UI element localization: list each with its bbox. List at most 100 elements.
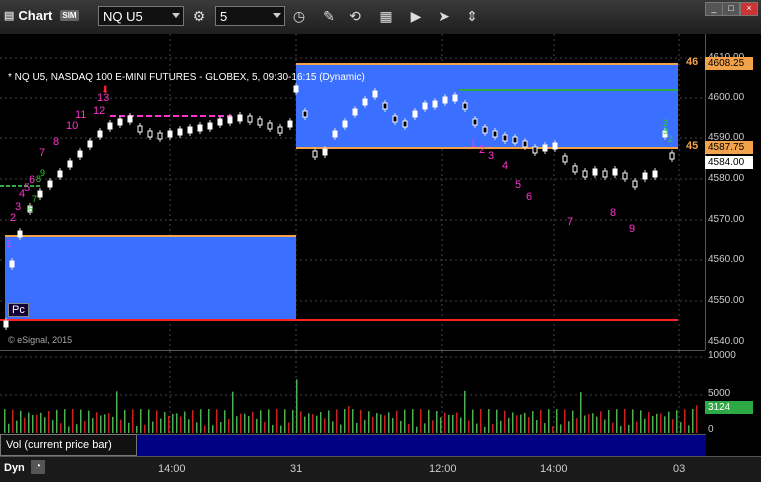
app-title: ▤ Chart SIM — [4, 8, 79, 23]
link-icon[interactable]: ⟲ — [345, 6, 365, 26]
volume-bar — [516, 415, 518, 433]
volume-bar — [144, 424, 146, 433]
volume-panel[interactable] — [0, 350, 705, 435]
cursor-icon[interactable]: ➤ — [434, 6, 454, 26]
close-icon[interactable]: × — [740, 2, 758, 16]
volume-bar — [280, 425, 282, 433]
volume-bar — [352, 409, 354, 433]
app-menu-icon[interactable]: ▤ — [4, 9, 14, 22]
candle-body — [277, 126, 283, 134]
play-icon[interactable]: ▶ — [406, 6, 426, 26]
volume-bar — [124, 409, 126, 433]
volume-bar — [304, 416, 306, 433]
volume-bar — [660, 413, 662, 433]
candle-body — [137, 125, 143, 133]
candle-body — [602, 170, 608, 178]
minimize-icon[interactable]: _ — [705, 2, 723, 16]
price-tick: 4600.00 — [708, 92, 745, 103]
interval-settings-icon[interactable]: ⚙ — [189, 6, 209, 26]
seq-label: 1 — [6, 238, 13, 250]
candle-body — [422, 102, 428, 110]
candle-body — [157, 132, 163, 140]
volume-bar — [392, 417, 394, 433]
volume-bar — [100, 415, 102, 433]
volume-tick: 0 — [708, 424, 714, 435]
volume-bar — [464, 390, 466, 433]
volume-bar — [92, 418, 94, 433]
scale-icon[interactable]: ⇕ — [462, 6, 482, 26]
volume-bar — [12, 409, 14, 433]
volume-bar — [468, 420, 470, 433]
volume-bar — [588, 414, 590, 433]
volume-bar — [212, 425, 214, 433]
candle-body — [17, 230, 23, 238]
candle-body — [462, 102, 468, 110]
candle-body — [442, 96, 448, 104]
volume-tick: 5000 — [708, 388, 731, 399]
volume-bar — [348, 406, 350, 433]
volume-bar — [36, 414, 38, 433]
candle-body — [512, 136, 518, 144]
volume-bar — [536, 419, 538, 433]
volume-bar — [80, 409, 82, 433]
volume-bar — [16, 420, 18, 433]
volume-bar — [548, 409, 550, 433]
volume-bar — [476, 423, 478, 433]
volume-bar — [204, 425, 206, 433]
volume-bar — [608, 410, 610, 433]
candle-body — [117, 118, 123, 126]
seq-label: 10 — [66, 120, 79, 132]
volume-bar — [556, 409, 558, 433]
dyn-settings-icon[interactable]: ◔ — [31, 460, 45, 474]
candle-body — [312, 150, 318, 158]
volume-bar — [388, 412, 390, 433]
volume-bar — [24, 417, 26, 433]
volume-bar — [164, 411, 166, 433]
data-icon[interactable]: ▦ — [376, 6, 396, 26]
volume-bar — [444, 412, 446, 433]
volume-bar — [172, 413, 174, 433]
draw-tool-icon[interactable]: ✎ — [319, 6, 339, 26]
chevron-down-icon[interactable] — [273, 13, 281, 18]
volume-bar — [168, 415, 170, 433]
volume-bar — [480, 409, 482, 433]
symbol-value: NQ U5 — [103, 9, 143, 24]
volume-bar — [248, 416, 250, 433]
volume-bar — [316, 415, 318, 433]
time-template-icon[interactable]: ◷ — [289, 6, 309, 26]
maximize-icon[interactable]: □ — [722, 2, 740, 16]
price-tick: 4580.00 — [708, 173, 745, 184]
volume-bar — [672, 419, 674, 433]
volume-bar — [272, 425, 274, 433]
time-axis[interactable]: Dyn ◔ 14:00 31 12:00 14:00 03 — [0, 456, 761, 482]
volume-bar — [148, 409, 150, 433]
seq-label: 7 — [39, 147, 46, 159]
volume-bar — [680, 422, 682, 433]
volume-bar — [256, 418, 258, 433]
volume-bar — [416, 426, 418, 433]
volume-bar — [4, 409, 6, 433]
volume-bar — [492, 423, 494, 433]
chart-title: * NQ U5, NASDAQ 100 E-MINI FUTURES - GLO… — [8, 72, 365, 83]
volume-bar — [56, 409, 58, 433]
volume-bar — [488, 409, 490, 433]
dyn-label[interactable]: Dyn — [4, 462, 25, 474]
symbol-input[interactable]: NQ U5 — [98, 6, 184, 26]
price-chart[interactable]: ⬇ * NQ U5, NASDAQ 100 E-MINI FUTURES - G… — [0, 34, 706, 350]
volume-bar — [32, 415, 34, 433]
volume-bar — [356, 422, 358, 433]
volume-bar — [216, 409, 218, 433]
volume-graphics — [0, 351, 705, 435]
volume-bar — [200, 409, 202, 433]
volume-bar — [384, 415, 386, 433]
candle-body — [452, 94, 458, 102]
volume-study-label[interactable]: Vol (current price bar) — [0, 434, 137, 456]
volume-tag: 3124 — [705, 401, 753, 414]
volume-bar — [68, 426, 70, 433]
chevron-down-icon[interactable] — [172, 13, 180, 18]
volume-bar — [76, 424, 78, 433]
candle-body — [237, 114, 243, 122]
time-tick: 31 — [290, 463, 303, 475]
interval-input[interactable]: 5 — [215, 6, 285, 26]
candle-body — [592, 168, 598, 176]
